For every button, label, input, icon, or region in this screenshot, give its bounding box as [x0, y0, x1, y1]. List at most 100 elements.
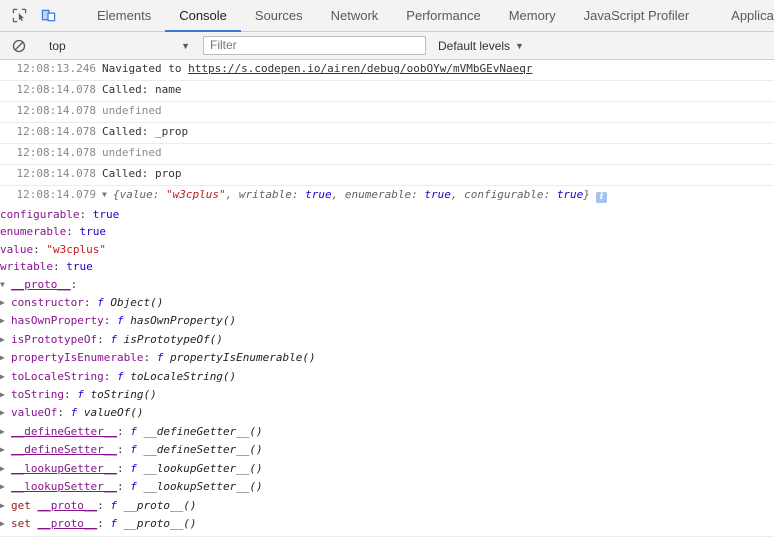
member-key: hasOwnProperty [11, 314, 104, 328]
console-row-navigated[interactable]: 12:08:13.246 Navigated to https://s.code… [0, 60, 774, 81]
proto-label: __proto__ [11, 277, 71, 291]
tab-performance[interactable]: Performance [392, 0, 494, 32]
navigated-url-link[interactable]: https://s.codepen.io/airen/debug/oobOYw/… [188, 62, 532, 75]
log-levels-label: Default levels [438, 38, 511, 53]
property-value: true [79, 225, 106, 239]
function-keyword: f [130, 480, 137, 494]
member-key: __lookupGetter__ [11, 461, 117, 475]
devtools-tool-icons [0, 0, 65, 31]
expand-triangle-icon[interactable]: ▶ [0, 460, 10, 477]
devtools-tabbar: Elements Console Sources Network Perform… [0, 0, 774, 32]
navigated-prefix: Navigated to [102, 62, 189, 75]
expand-triangle-icon[interactable]: ▶ [0, 515, 10, 532]
member-key: toString [11, 388, 64, 402]
function-signature: __lookupGetter__() [143, 461, 263, 475]
property-key: value [0, 242, 34, 256]
function-keyword: f [130, 461, 137, 475]
expand-triangle-icon[interactable]: ▶ [0, 312, 10, 329]
timestamp: 12:08:14.078 [16, 125, 96, 138]
device-toolbar-icon[interactable] [38, 6, 58, 26]
proto-member-set-proto[interactable]: ▶ set __proto__: f __proto__() [0, 515, 774, 533]
console-toolbar: top ▼ Default levels ▼ [0, 32, 774, 60]
tab-network[interactable]: Network [317, 0, 393, 32]
expand-triangle-icon[interactable]: ▶ [0, 349, 10, 366]
message-text: undefined [102, 104, 162, 117]
filter-input[interactable] [203, 36, 426, 55]
proto-member-lookupgetter[interactable]: ▶ __lookupGetter__: f __lookupGetter__() [0, 460, 774, 478]
proto-member-valueof[interactable]: ▶ valueOf: f valueOf() [0, 404, 774, 422]
function-signature: valueOf() [83, 406, 144, 420]
execution-context-label: top [49, 38, 66, 53]
tab-sources[interactable]: Sources [241, 0, 317, 32]
proto-member-tolocalestring[interactable]: ▶ toLocaleString: f toLocaleString() [0, 368, 774, 386]
function-keyword: f [130, 424, 137, 438]
devtools-tabs: Elements Console Sources Network Perform… [69, 0, 774, 32]
expand-triangle-icon[interactable]: ▶ [0, 478, 10, 495]
function-keyword: f [97, 296, 104, 310]
expand-triangle-icon[interactable]: ▶ [0, 331, 10, 348]
expand-triangle-icon[interactable]: ▶ [0, 423, 10, 440]
message-text: Called: _prop [102, 125, 189, 138]
tab-javascript-profiler[interactable]: JavaScript Profiler [570, 0, 703, 32]
function-signature: __lookupSetter__() [143, 480, 263, 494]
object-summary: {value: "w3cplus", writable: true, enume… [113, 188, 590, 201]
proto-member-constructor[interactable]: ▶ constructor: f Object() [0, 294, 774, 312]
member-key: propertyIsEnumerable [11, 351, 144, 365]
proto-member-isprototypeof[interactable]: ▶ isPrototypeOf: f isPrototypeOf() [0, 331, 774, 349]
member-key: constructor [11, 296, 84, 310]
proto-member-tostring[interactable]: ▶ toString: f toString() [0, 386, 774, 404]
object-property-value[interactable]: value: "w3cplus" [0, 241, 774, 258]
execution-context-selector[interactable]: top ▼ [41, 39, 196, 53]
expand-triangle-icon-proto[interactable]: ▼ [0, 276, 10, 293]
object-property-writable[interactable]: writable: true [0, 258, 774, 275]
console-row-called-name[interactable]: 12:08:14.078 Called: name [0, 81, 774, 102]
proto-member-hasownproperty[interactable]: ▶ hasOwnProperty: f hasOwnProperty() [0, 312, 774, 330]
tab-elements[interactable]: Elements [83, 0, 165, 32]
message-text: Called: prop [102, 167, 182, 180]
expand-triangle-icon[interactable]: ▶ [0, 497, 10, 514]
property-key: writable [0, 260, 53, 274]
proto-member-definegetter[interactable]: ▶ __defineGetter__: f __defineGetter__() [0, 423, 774, 441]
object-property-configurable[interactable]: configurable: true [0, 206, 774, 223]
proto-member-lookupsetter[interactable]: ▶ __lookupSetter__: f __lookupSetter__() [0, 478, 774, 496]
console-row-undefined-1[interactable]: 12:08:14.078 undefined [0, 102, 774, 123]
log-levels-selector[interactable]: Default levels ▼ [438, 39, 530, 53]
timestamp: 12:08:13.246 [16, 62, 96, 75]
expand-triangle-icon[interactable]: ▼ [102, 190, 112, 199]
console-row-called-underscore-prop[interactable]: 12:08:14.078 Called: _prop [0, 123, 774, 144]
tab-console[interactable]: Console [165, 0, 241, 32]
function-signature: __defineGetter__() [143, 424, 263, 438]
property-value: true [92, 208, 120, 221]
member-key: __lookupSetter__ [11, 480, 117, 494]
chevron-down-icon: ▼ [181, 40, 190, 51]
message-text: undefined [102, 146, 162, 159]
proto-group-header[interactable]: ▼ __proto__: [0, 276, 774, 294]
object-summary-row[interactable]: 12:08:14.079 ▼ {value: "w3cplus", writab… [0, 186, 774, 206]
expand-triangle-icon[interactable]: ▶ [0, 368, 10, 385]
property-key: configurable [0, 208, 80, 221]
summary-val-value: "w3cplus" [166, 188, 226, 201]
timestamp: 12:08:14.078 [16, 167, 96, 180]
expand-triangle-icon[interactable]: ▶ [0, 404, 10, 421]
proto-member-definesetter[interactable]: ▶ __defineSetter__: f __defineSetter__() [0, 441, 774, 459]
expand-triangle-icon[interactable]: ▶ [0, 441, 10, 458]
tab-memory[interactable]: Memory [495, 0, 570, 32]
clear-console-icon[interactable] [8, 35, 30, 57]
console-row-called-prop[interactable]: 12:08:14.078 Called: prop [0, 165, 774, 186]
function-keyword: f [77, 388, 84, 402]
proto-member-propertyisenumerable[interactable]: ▶ propertyIsEnumerable: f propertyIsEnume… [0, 349, 774, 367]
proto-member-get-proto[interactable]: ▶ get __proto__: f __proto__() [0, 497, 774, 515]
tab-application[interactable]: Application [717, 0, 774, 32]
function-signature: hasOwnProperty() [130, 314, 237, 328]
console-row-undefined-2[interactable]: 12:08:14.078 undefined [0, 144, 774, 165]
function-keyword: f [116, 314, 124, 328]
info-icon[interactable]: i [595, 192, 607, 203]
expand-triangle-icon[interactable]: ▶ [0, 294, 10, 311]
function-signature: __proto__() [123, 498, 197, 512]
summary-val-configurable: true [556, 188, 584, 201]
expand-triangle-icon[interactable]: ▶ [0, 386, 10, 403]
object-property-enumerable[interactable]: enumerable: true [0, 223, 774, 240]
summary-key-configurable: configurable [464, 188, 544, 201]
summary-key-value: value [119, 188, 153, 201]
inspect-element-icon[interactable] [9, 6, 29, 26]
